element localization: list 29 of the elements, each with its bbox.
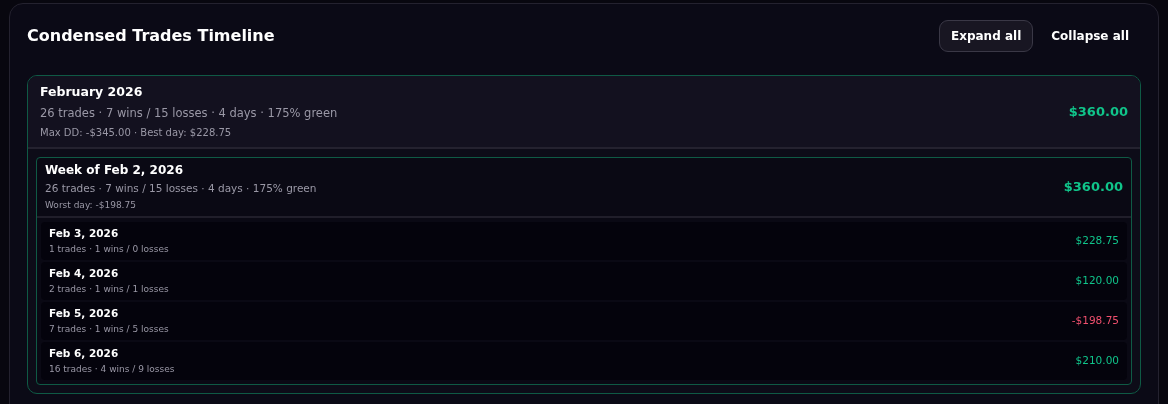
- day-row[interactable]: Feb 6, 2026 16 trades · 4 wins / 9 losses $210.00: [41, 342, 1127, 380]
- day-stats: 2 trades · 1 wins / 1 losses: [49, 282, 169, 296]
- week-title: Week of Feb 2, 2026: [45, 162, 184, 180]
- day-amount: $228.75: [1075, 233, 1119, 249]
- day-stats: 7 trades · 1 wins / 5 losses: [49, 322, 169, 336]
- day-title: Feb 5, 2026: [49, 305, 120, 321]
- day-amount: $120.00: [1075, 273, 1119, 289]
- day-amount: $210.00: [1075, 353, 1119, 369]
- week-extra: Worst day: -$198.75: [45, 199, 137, 213]
- day-row[interactable]: Feb 5, 2026 7 trades · 1 wins / 5 losses -$198.75: [41, 302, 1127, 340]
- week-amount: $360.00: [1063, 178, 1123, 197]
- week-stats: 26 trades · 7 wins / 15 losses · 4 days · 175% green: [45, 181, 317, 197]
- month-amount: $360.00: [1068, 102, 1128, 121]
- toolbar-button[interactable]: Expand all: [939, 20, 1034, 52]
- day-title: Feb 3, 2026: [49, 225, 120, 241]
- month-header[interactable]: February 2026 26 trades · 7 wins / 15 losses · 4 days · 175% green Max DD: -$345.00 · Best day: $228.75 $360.00: [28, 76, 1140, 149]
- day-amount: -$198.75: [1071, 313, 1119, 329]
- day-title: Feb 6, 2026: [49, 345, 120, 361]
- day-stats: 1 trades · 1 wins / 0 losses: [49, 242, 169, 256]
- month-title: February 2026: [40, 83, 144, 101]
- month-extra: Max DD: -$345.00 · Best day: $228.75: [40, 126, 233, 140]
- day-row[interactable]: Feb 3, 2026 1 trades · 1 wins / 0 losses $228.75: [41, 222, 1127, 260]
- day-row[interactable]: Feb 4, 2026 2 trades · 1 wins / 1 losses $120.00: [41, 262, 1127, 300]
- week-header[interactable]: Week of Feb 2, 2026 26 trades · 7 wins / 15 losses · 4 days · 175% green Worst day: -$198.75 $360.00: [37, 158, 1131, 218]
- day-stats: 16 trades · 4 wins / 9 losses: [49, 362, 175, 376]
- panel-title: Condensed Trades Timeline: [27, 25, 275, 47]
- toolbar-button[interactable]: Collapse all: [1039, 20, 1141, 52]
- day-title: Feb 4, 2026: [49, 265, 120, 281]
- month-stats: 26 trades · 7 wins / 15 losses · 4 days · 175% green: [40, 104, 338, 122]
